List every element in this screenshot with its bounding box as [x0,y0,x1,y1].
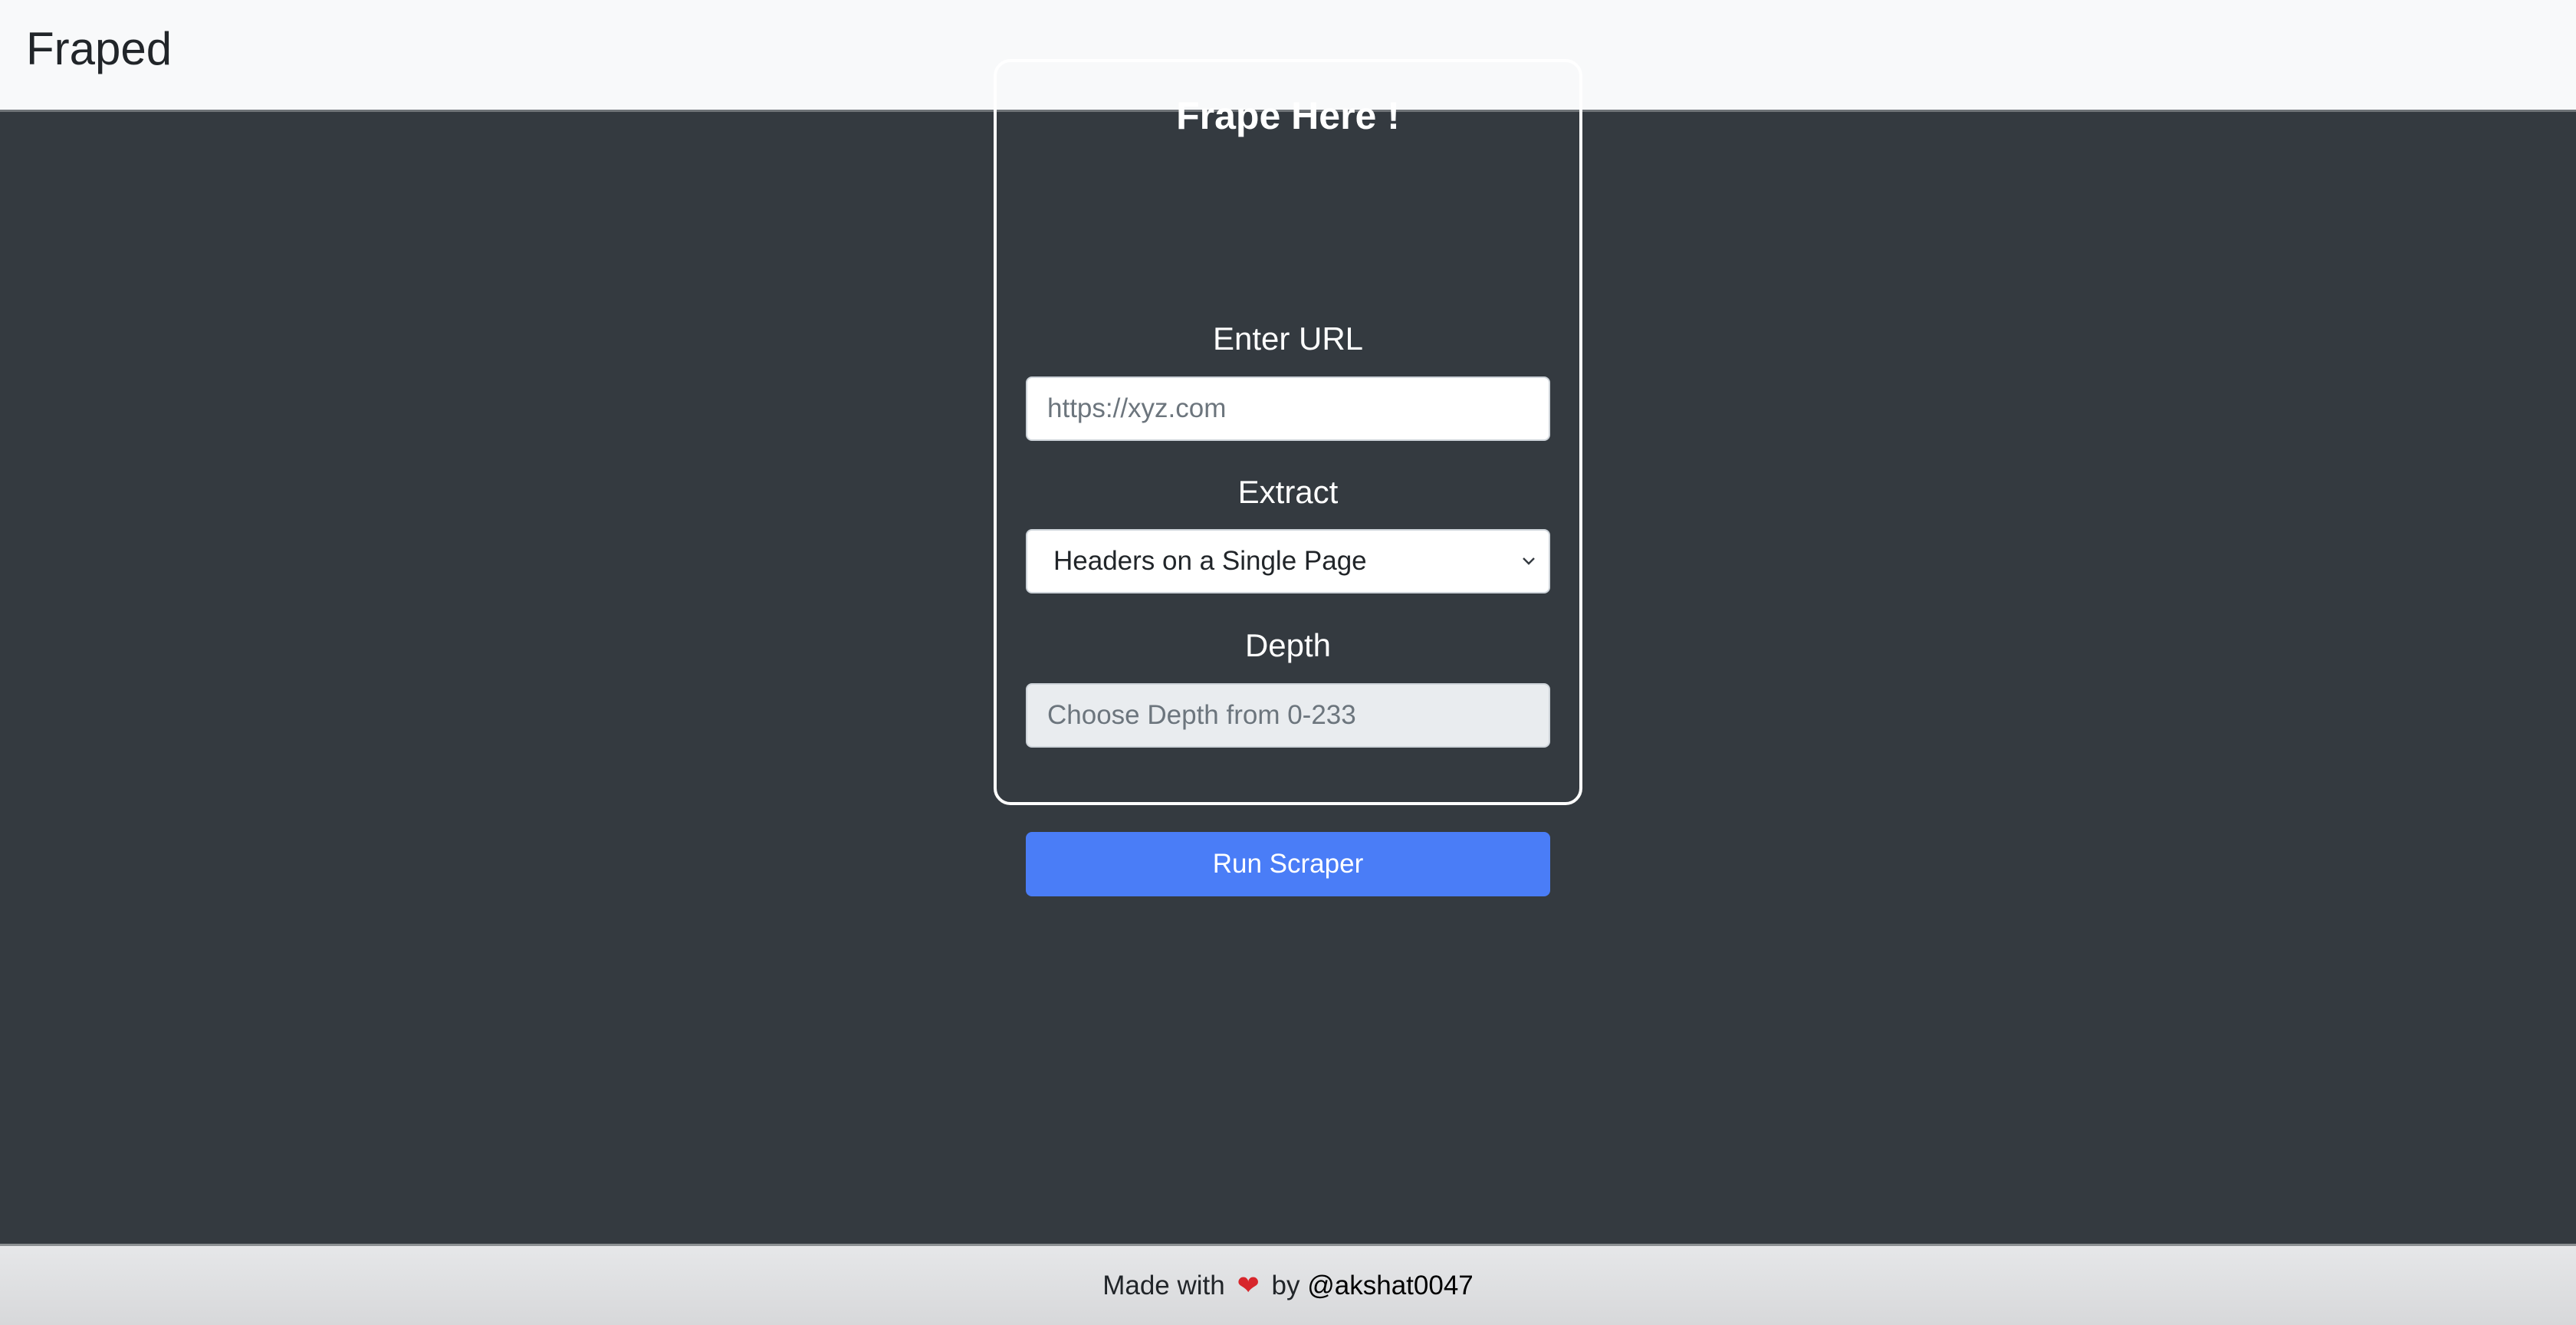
author-handle-link[interactable]: @akshat0047 [1307,1271,1474,1300]
extract-selected-value: Headers on a Single Page [1053,546,1367,576]
extract-select[interactable]: Headers on a Single Page [1026,529,1550,593]
extract-label: Extract [1237,474,1339,510]
brand-title[interactable]: Fraped [26,21,172,77]
footer: Made with ❤ by @akshat0047 [0,1244,2576,1325]
depth-label: Depth [1244,627,1332,663]
url-input[interactable] [1026,376,1550,441]
run-scraper-button[interactable]: Run Scraper [1026,832,1550,896]
chevron-down-icon [1523,557,1535,565]
form-title: Frape Here ! [1176,94,1400,137]
depth-input[interactable] [1026,683,1550,748]
heart-icon: ❤ [1237,1271,1260,1300]
url-label: Enter URL [1212,321,1364,357]
footer-by: by [1271,1271,1300,1300]
footer-text: Made with ❤ by @akshat0047 [0,1269,2576,1303]
footer-made-with: Made with [1102,1271,1225,1300]
